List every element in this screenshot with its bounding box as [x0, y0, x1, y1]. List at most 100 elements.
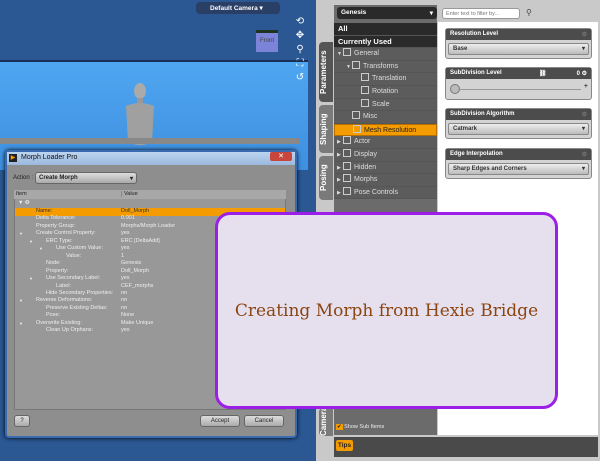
tab-posing[interactable]: Posing — [319, 156, 333, 200]
tree-item-label: Transforms — [363, 62, 399, 70]
filter-input[interactable] — [442, 8, 520, 19]
property-card: Edge Interpolation ⚙ Sharp Edges and Corne… — [445, 148, 592, 179]
search-icon[interactable]: ⚲ — [526, 8, 532, 17]
tab-parameters[interactable]: Parameters — [319, 42, 333, 102]
row-item: Pose: — [46, 312, 61, 319]
tree-item[interactable]: ▶ Pose Controls — [334, 186, 437, 200]
accept-button[interactable]: Accept — [200, 415, 240, 427]
pan-icon[interactable]: ✥ — [294, 30, 306, 41]
cancel-button[interactable]: Cancel — [244, 415, 284, 427]
row-value[interactable]: CEF_morphs — [121, 283, 153, 291]
property-dropdown[interactable]: Catmark ▾ — [448, 123, 589, 135]
group-icon — [361, 73, 369, 82]
tree-item[interactable]: Mesh Resolution — [334, 123, 437, 137]
row-value[interactable]: yes — [121, 275, 130, 283]
orbit-icon[interactable]: ⟲ — [294, 16, 306, 27]
row-value[interactable]: Make Unique — [121, 320, 153, 328]
expand-arrow-icon[interactable]: ▼ — [29, 238, 33, 246]
property-title: Resolution Level ⚙ — [446, 29, 591, 40]
row-value[interactable]: Doll_Morph — [121, 268, 149, 276]
tips-button[interactable]: Tips — [336, 440, 353, 451]
tab-shaping[interactable]: Shaping — [319, 105, 333, 153]
node-selector[interactable]: Genesis ▾ — [337, 7, 437, 19]
property-dropdown[interactable]: Sharp Edges and Corners ▾ — [448, 163, 589, 175]
row-item: Preserve Existing Deltas: — [46, 304, 108, 311]
row-value[interactable]: no — [121, 305, 127, 313]
row-value[interactable]: yes — [121, 327, 130, 335]
row-value[interactable]: yes — [121, 230, 130, 238]
tree-item[interactable]: Scale — [334, 98, 437, 112]
node-label: Genesis — [341, 9, 367, 16]
expand-arrow-icon[interactable]: ▼ — [19, 320, 23, 328]
zoom-icon[interactable]: ⚲ — [294, 44, 306, 55]
tree-item-label: All — [338, 24, 348, 33]
gear-icon[interactable]: ⚙ — [582, 151, 587, 158]
row-item: Property: — [46, 267, 69, 274]
tree-item-label: Hidden — [354, 163, 377, 171]
help-button[interactable]: ? — [14, 415, 30, 427]
tree-item[interactable]: Currently Used — [334, 35, 437, 49]
view-cube[interactable]: Front — [256, 30, 278, 52]
table-header: Item Value — [14, 190, 286, 199]
row-value[interactable]: yes — [121, 245, 130, 253]
expand-arrow-icon[interactable]: ▼ — [19, 297, 23, 305]
action-dropdown[interactable]: Create Morph ▾ — [35, 172, 137, 184]
root-node-row[interactable]: ▼ ❂ — [15, 200, 285, 208]
dialog-title: Morph Loader Pro — [7, 152, 295, 165]
tree-item[interactable]: ▼ General — [334, 48, 437, 61]
show-sub-items-label: Show Sub Items — [344, 424, 385, 430]
subdivision-slider[interactable]: + — [448, 81, 589, 97]
row-value[interactable]: no — [121, 297, 127, 305]
view-cube-label: Front — [259, 38, 274, 44]
row-value[interactable]: no — [121, 290, 127, 298]
property-dropdown[interactable]: Base ▾ — [448, 43, 589, 55]
row-item: Property Group: — [36, 222, 76, 229]
close-button[interactable]: ✕ — [270, 152, 292, 161]
row-value[interactable]: None — [121, 312, 134, 320]
tree-item[interactable]: ▶ Display — [334, 149, 437, 162]
camera-selector[interactable]: Default Camera ▾ — [196, 2, 280, 14]
row-item: Hide Secondary Properties: — [46, 289, 114, 296]
property-title: SubDivision Level 0 ⚙ ⛓ — [446, 68, 591, 79]
tree-item[interactable]: ▼ Transforms — [334, 60, 437, 74]
row-value[interactable]: Genesis — [121, 260, 141, 268]
gear-icon[interactable]: ⚙ — [582, 111, 587, 118]
gear-icon[interactable]: ⚙ — [582, 31, 587, 38]
dropdown-value: Catmark — [453, 126, 478, 132]
tree-item[interactable]: ▶ Morphs — [334, 174, 437, 187]
property-title: SubDivision Algorithm ⚙ — [446, 109, 591, 120]
app-icon: ▶ — [9, 154, 17, 162]
row-item: Value: — [66, 252, 82, 259]
reset-icon[interactable]: ↺ — [294, 72, 306, 83]
show-sub-items-checkbox[interactable]: ✔ Show Sub Items — [336, 424, 384, 430]
row-value[interactable]: Morphs/Morph Loader — [121, 223, 175, 231]
row-value[interactable]: Doll_Morph — [121, 208, 149, 216]
tree-item[interactable]: Rotation — [334, 86, 437, 99]
tree-item[interactable]: ▶ Hidden — [334, 161, 437, 175]
column-item[interactable]: Item — [16, 191, 27, 197]
row-value[interactable]: ERC [DeltaAdd] — [121, 238, 160, 246]
tab-cameras[interactable]: Cameras — [319, 402, 333, 436]
tree-item[interactable]: Translation — [334, 73, 437, 86]
tree-item-label: Scale — [372, 100, 390, 108]
group-icon — [343, 48, 351, 57]
row-value[interactable]: 1 — [121, 253, 124, 261]
camera-label: Default Camera — [210, 5, 258, 12]
tree-item-label: Morphs — [354, 176, 378, 184]
tree-item-label: Translation — [372, 75, 407, 83]
action-label: Action : — [13, 175, 34, 181]
tree-item[interactable]: All — [334, 23, 437, 36]
row-item: Label: — [56, 282, 71, 289]
expand-arrow-icon[interactable]: ▼ — [29, 275, 33, 283]
expand-arrow-icon[interactable]: ▼ — [19, 230, 23, 238]
tree-item[interactable]: Misc — [334, 111, 437, 124]
tree-item-label: Misc — [363, 113, 378, 121]
link-icon[interactable]: ⛓ — [539, 70, 547, 77]
tree-item[interactable]: ▶ Actor — [334, 136, 437, 149]
frame-icon[interactable]: ⛶ — [294, 58, 306, 69]
column-value[interactable]: Value — [121, 191, 138, 197]
row-item: Reverse Deformations: — [36, 297, 93, 304]
expand-arrow-icon[interactable]: ▼ — [39, 245, 43, 253]
figure-node-icon: ❂ — [24, 200, 30, 206]
row-value[interactable]: 0.001 — [121, 215, 135, 223]
